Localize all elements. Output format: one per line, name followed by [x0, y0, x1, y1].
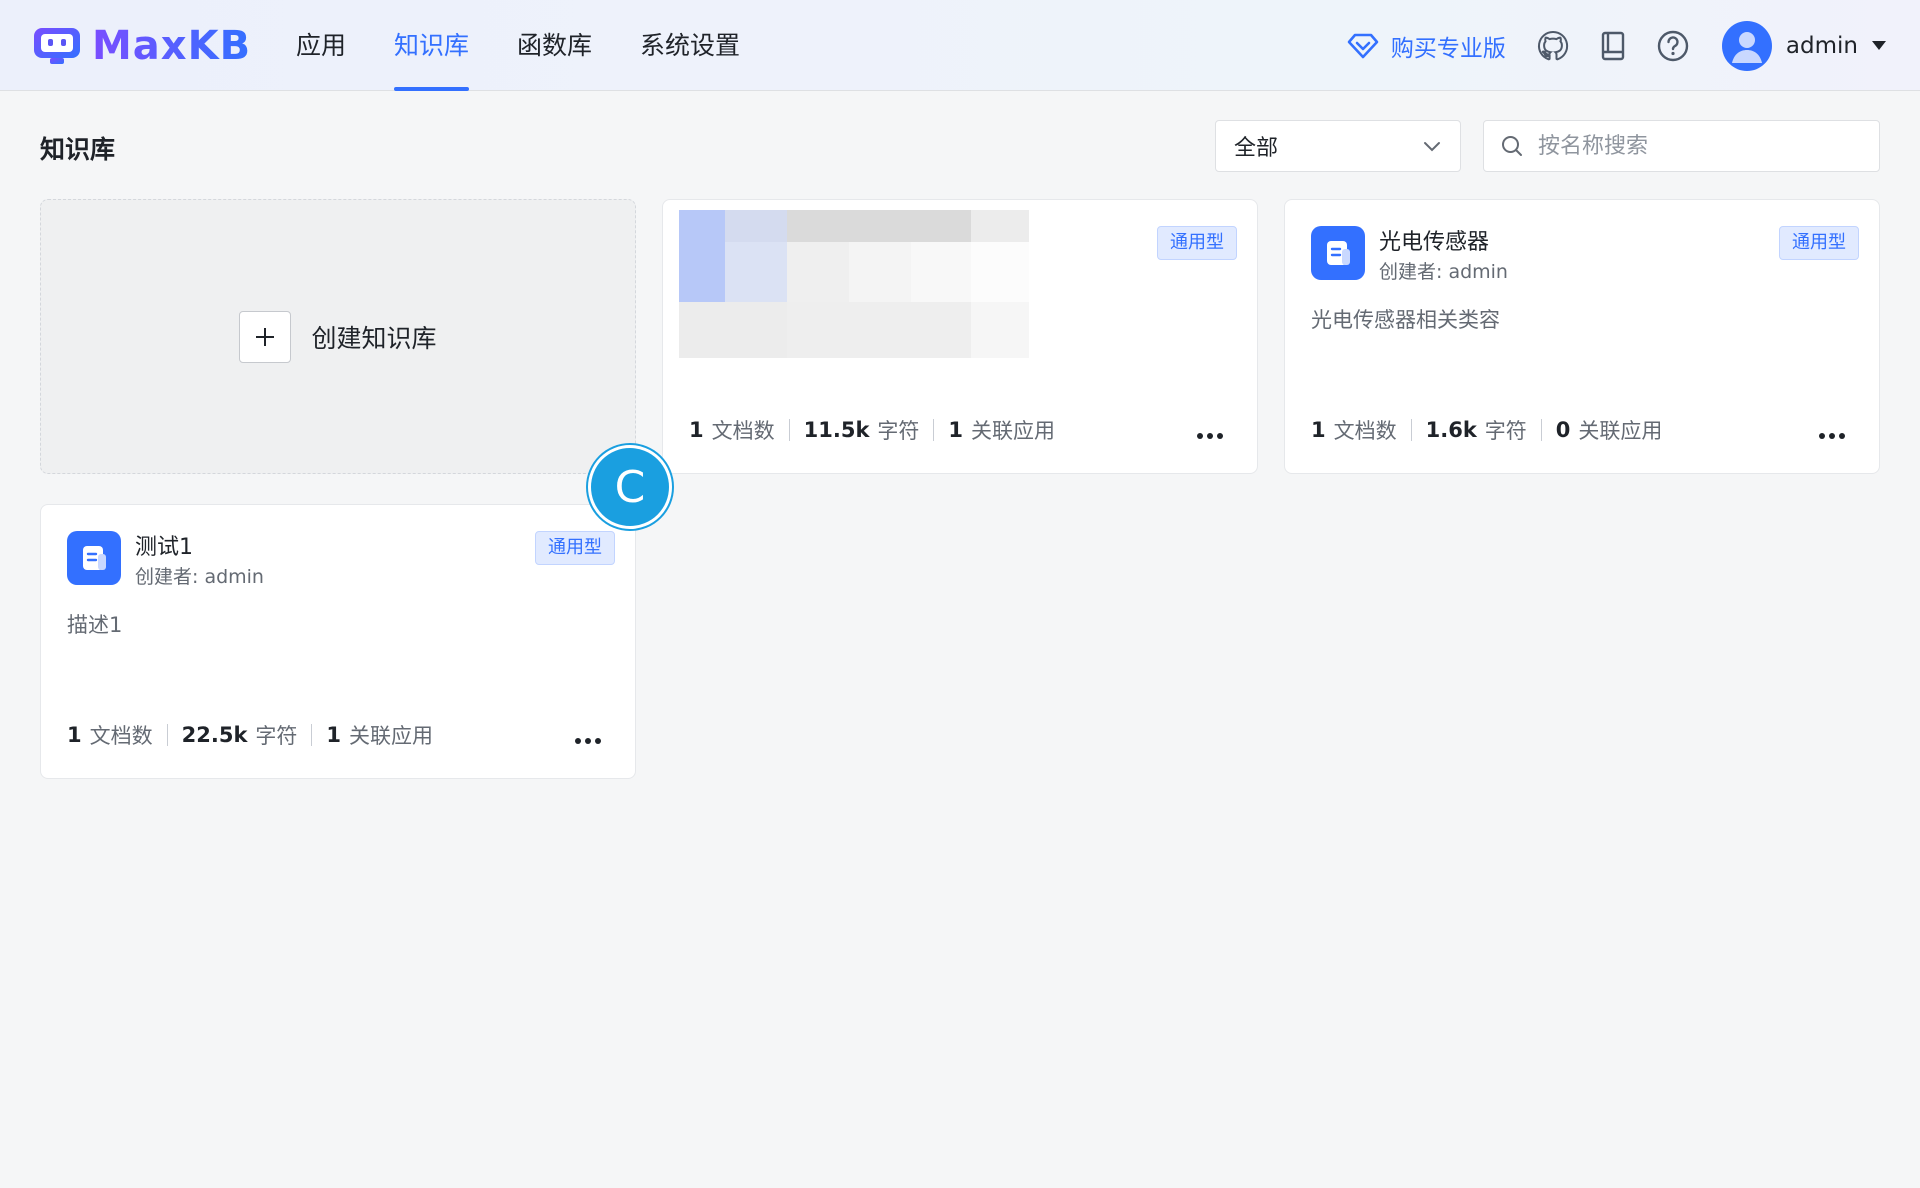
divider	[166, 724, 168, 746]
divider	[1540, 419, 1542, 441]
nav-functions[interactable]: 函数库	[517, 0, 592, 91]
brand-logo[interactable]: MaxKB	[32, 23, 252, 69]
robot-logo-icon	[34, 28, 80, 64]
more-icon[interactable]	[1193, 433, 1223, 439]
type-tag: 通用型	[1779, 226, 1859, 260]
card-creator: 创建者: admin	[1379, 261, 1508, 283]
doc-count-label: 文档数	[711, 419, 775, 443]
create-knowledge-card[interactable]: 创建知识库	[40, 199, 636, 474]
search-box	[1483, 120, 1880, 172]
card-description: 描述1	[67, 613, 123, 637]
card-stats: 1 文档数 1.6k 字符 0 关联应用	[1311, 415, 1662, 445]
page-title: 知识库	[40, 135, 116, 164]
divider	[311, 724, 313, 746]
char-count: 22.5k	[181, 723, 248, 747]
doc-count-label: 文档数	[89, 724, 153, 748]
plus-icon	[239, 310, 292, 363]
knowledge-card[interactable]: 光电传感器 创建者: admin 通用型 光电传感器相关类容 1 文档数 1.6k…	[1284, 199, 1880, 474]
user-avatar[interactable]	[1721, 20, 1772, 71]
app-count: 1	[948, 418, 964, 442]
buy-pro-label: 购买专业版	[1390, 35, 1506, 62]
knowledge-card[interactable]: 测试1 创建者: admin 通用型 描述1 1 文档数 22.5k 字符 1 关联应…	[40, 504, 636, 779]
app-count-label: 关联应用	[971, 419, 1056, 443]
nav-settings[interactable]: 系统设置	[640, 0, 740, 91]
nav-apps[interactable]: 应用	[296, 0, 346, 91]
blurred-title-area	[679, 210, 1029, 358]
char-count-label: 字符	[255, 724, 298, 748]
doc-count: 1	[689, 418, 704, 442]
card-name: 测试1	[135, 535, 193, 560]
document-icon	[1311, 226, 1365, 280]
card-stats: 1 文档数 11.5k 字符 1 关联应用	[689, 415, 1055, 445]
type-filter-value: 全部	[1234, 136, 1279, 161]
char-count-label: 字符	[877, 419, 920, 443]
char-count: 11.5k	[803, 418, 870, 442]
divider	[788, 419, 790, 441]
username[interactable]: admin	[1786, 33, 1858, 59]
github-icon[interactable]	[1536, 29, 1570, 63]
char-count: 1.6k	[1425, 418, 1477, 442]
help-icon[interactable]	[1656, 29, 1690, 63]
header-actions: 购买专业版 admin	[1347, 0, 1886, 91]
type-tag: 通用型	[1157, 226, 1237, 260]
create-knowledge-label: 创建知识库	[311, 323, 437, 353]
floating-assistant-badge[interactable]: C	[588, 445, 672, 529]
type-filter-select[interactable]: 全部	[1215, 120, 1461, 172]
chevron-down-icon	[1424, 142, 1440, 152]
main-nav: 应用 知识库 函数库 系统设置	[296, 0, 788, 91]
document-icon	[67, 531, 121, 585]
app-count-label: 关联应用	[1578, 419, 1663, 443]
divider	[1410, 419, 1412, 441]
knowledge-card[interactable]: 通用型 1 文档数 11.5k 字符 1 关联应用	[662, 199, 1258, 474]
doc-count-label: 文档数	[1333, 419, 1397, 443]
doc-count: 1	[1311, 418, 1326, 442]
search-input[interactable]	[1536, 132, 1860, 160]
search-icon	[1502, 136, 1522, 156]
card-stats: 1 文档数 22.5k 字符 1 关联应用	[67, 720, 433, 750]
char-count-label: 字符	[1484, 419, 1527, 443]
doc-count: 1	[67, 723, 82, 747]
card-description: 光电传感器相关类容	[1311, 308, 1500, 332]
nav-knowledge[interactable]: 知识库	[394, 0, 470, 91]
buy-pro-link[interactable]: 购买专业版	[1347, 29, 1506, 63]
app-count: 0	[1555, 418, 1571, 442]
app-count: 1	[326, 723, 342, 747]
type-tag: 通用型	[535, 531, 615, 565]
card-creator: 创建者: admin	[135, 566, 264, 588]
docs-book-icon[interactable]	[1596, 29, 1630, 63]
user-icon	[1731, 31, 1762, 63]
app-count-label: 关联应用	[349, 724, 434, 748]
top-header: MaxKB 应用 知识库 函数库 系统设置 购买专业版 admin	[0, 0, 1920, 91]
divider	[933, 419, 935, 441]
chevron-down-icon[interactable]	[1872, 41, 1886, 50]
diamond-icon	[1347, 33, 1379, 58]
brand-name: MaxKB	[92, 23, 252, 69]
card-name: 光电传感器	[1379, 230, 1490, 255]
more-icon[interactable]	[1815, 433, 1845, 439]
more-icon[interactable]	[571, 738, 601, 744]
